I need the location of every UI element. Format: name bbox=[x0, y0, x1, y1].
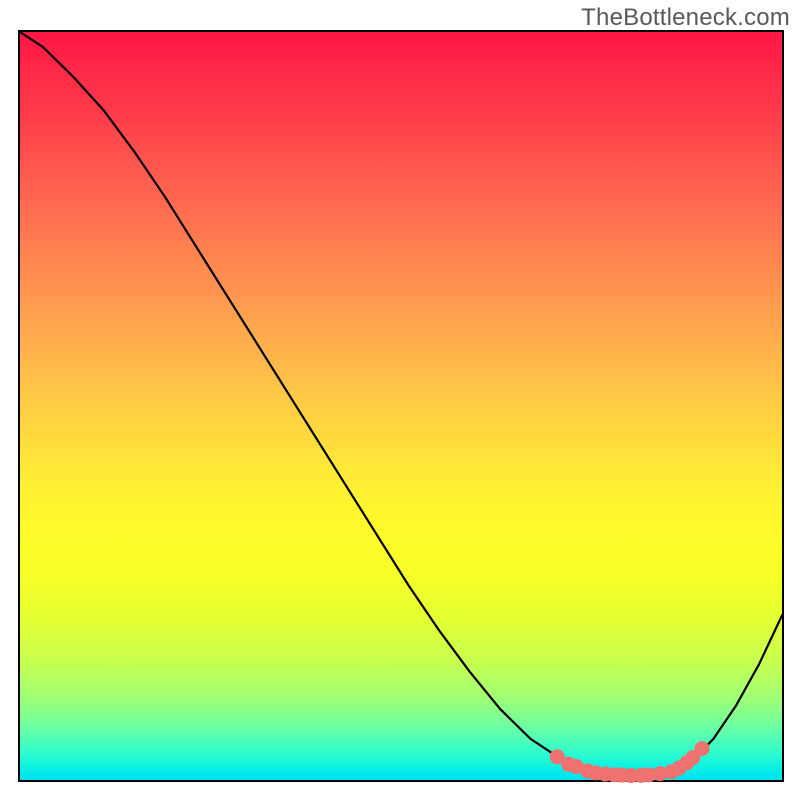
marker-point bbox=[694, 741, 709, 756]
bottleneck-curve-path bbox=[20, 32, 782, 776]
curve-svg bbox=[20, 32, 782, 780]
chart-container: TheBottleneck.com bbox=[0, 0, 800, 800]
plot-area bbox=[18, 30, 784, 782]
marker-group bbox=[550, 741, 710, 783]
watermark-text: TheBottleneck.com bbox=[581, 4, 790, 32]
